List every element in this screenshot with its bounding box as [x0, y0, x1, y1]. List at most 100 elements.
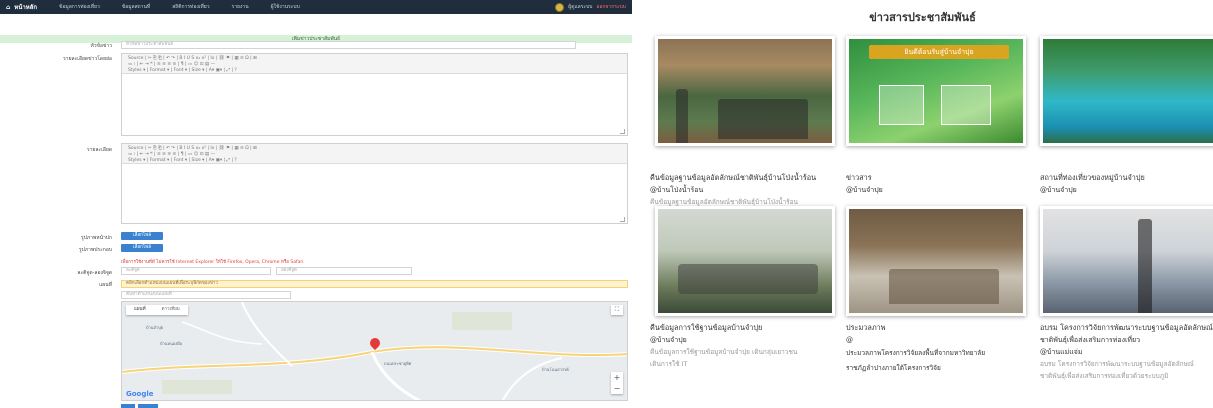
cancel-button[interactable] [138, 404, 158, 408]
summary-editor-toolbar[interactable]: Source | ✂ ⎘ ⎗ | ↶ ↷ | B I U S x₂ x² | I… [122, 54, 627, 74]
news-card-text: ประมวลภาพ @ ประมวลภาพโครงการวิจัยลงพื้นท… [846, 316, 1036, 376]
save-button[interactable] [121, 404, 135, 408]
news-card-title[interactable]: คืนข้อมูลการใช้ฐานข้อมูลบ้านจำปุย [650, 322, 840, 334]
resize-handle-icon[interactable] [620, 129, 625, 134]
cover-upload-button[interactable]: เลือกไฟล์ [121, 232, 163, 240]
detail-editor[interactable]: Source | ✂ ⎘ ⎗ | ↶ ↷ | B I U S x₂ x² | I… [121, 143, 628, 224]
nav-home-label: หน้าหลัก [14, 4, 37, 11]
news-card-desc: ราชภัฏลำปางภายใต้โครงการวิจัย [846, 364, 941, 372]
news-card-title[interactable]: อบรม โครงการวิจัยการพัฒนาระบบฐานข้อมูลอั… [1040, 322, 1213, 334]
fullscreen-icon[interactable]: ⛶ [611, 305, 623, 315]
nav-item-tourism[interactable]: ข้อมูลการท่องเที่ยว [59, 3, 100, 11]
news-card[interactable] [655, 206, 845, 316]
news-card-text: คืนข้อมูลฐานข้อมูลอัตลักษณ์ชาติพันธุ์บ้า… [650, 166, 840, 208]
news-card-category[interactable]: ชาติพันธุ์เพื่อส่งเสริมการท่องเที่ยว [1040, 334, 1213, 346]
nav-home[interactable]: ⌂ หน้าหลัก [6, 2, 37, 12]
news-card-desc: อบรม โครงการวิจัยการพัฒนาระบบฐานข้อมูลอั… [1040, 360, 1194, 368]
nav-item-places[interactable]: ข้อมูลสถานที่ [122, 3, 150, 11]
news-card-desc: คืนข้อมูลการใช้ฐานข้อมูลบ้านจำปุย เดินกล… [650, 348, 798, 356]
map-alert: คลิกเลือกตำแหน่งบนแผนที่เพื่อระบุพิกัดขอ… [121, 280, 628, 288]
nav-user[interactable]: ผู้ดูแลระบบ ออกจากระบบ [555, 2, 626, 12]
news-thumbnail[interactable] [655, 206, 835, 316]
crowd-figure [718, 99, 808, 139]
news-card-desc: ประมวลภาพโครงการวิจัยลงพื้นที่จากมหาวิทย… [846, 349, 986, 357]
google-map[interactable]: แผนที่ ดาวเทียม ⛶ บ้านจำปุย บ้านหนองผือ … [121, 301, 628, 401]
logout-link[interactable]: ออกจากระบบ [596, 3, 626, 11]
news-card-category[interactable]: @ [846, 334, 1036, 346]
map-search-input[interactable]: ค้นหาตำแหน่งบนแผนที่ [121, 291, 291, 299]
map-tab-satellite[interactable]: ดาวเทียม [154, 305, 188, 315]
photo-frame [879, 85, 924, 125]
toolbar-row[interactable]: Styles ▾ | Format ▾ | Font ▾ | Size ▾ | … [128, 158, 621, 163]
cover-label: รูปภาพหน้าปก [81, 235, 112, 241]
title-label: หัวข้อข่าว [90, 43, 112, 49]
news-thumbnail[interactable] [1040, 36, 1213, 146]
home-icon: ⌂ [6, 3, 11, 11]
browser-warning: เพื่อการใช้งานที่ดี ไม่ควรใช้ Internet E… [121, 260, 304, 265]
org-logo-icon [555, 2, 565, 12]
news-card-desc: ชาติพันธุ์เพื่อส่งเสริมการท่องเที่ยวด้วย… [1040, 372, 1169, 380]
map-place-label: บ้านหนองผือ [160, 341, 182, 346]
news-card[interactable] [1040, 36, 1213, 146]
news-card[interactable]: ยินดีต้อนรับสู่บ้านจำปุย [846, 36, 1036, 146]
map-roads [122, 302, 627, 400]
news-card-title[interactable]: ข่าวสาร [846, 172, 1036, 184]
news-card-category[interactable]: @บ้านแม่แจ่ม [1040, 346, 1213, 358]
zoom-controls[interactable]: + − [611, 372, 623, 394]
news-card-category[interactable]: @บ้านจำปุย [650, 334, 840, 346]
news-page: ข่าวสารประชาสัมพันธ์ คืนข้อมูลฐานข้อมูลอ… [632, 0, 1213, 408]
map-tab-roadmap[interactable]: แผนที่ [126, 305, 154, 315]
detail-editor-toolbar[interactable]: Source | ✂ ⎘ ⎗ | ↶ ↷ | B I U S x₂ x² | I… [122, 144, 627, 164]
news-card-title[interactable]: ประมวลภาพ [846, 322, 1036, 334]
news-thumbnail[interactable]: ยินดีต้อนรับสู่บ้านจำปุย [846, 36, 1026, 146]
summary-editor[interactable]: Source | ✂ ⎘ ⎗ | ↶ ↷ | B I U S x₂ x² | I… [121, 53, 628, 136]
nav-item-stats[interactable]: สถิติการท่องเที่ยว [172, 3, 209, 11]
nav-user-label: ผู้ดูแลระบบ [568, 4, 593, 10]
news-card-text: คืนข้อมูลการใช้ฐานข้อมูลบ้านจำปุย @บ้านจ… [650, 316, 840, 370]
gallery-upload-button[interactable]: เลือกไฟล์ [121, 244, 163, 252]
zoom-in-icon[interactable]: + [611, 372, 623, 383]
map-label: แผนที่ [99, 282, 112, 288]
map-place-label: บ้านจำปุย [146, 325, 163, 330]
news-card-title[interactable]: คืนข้อมูลฐานข้อมูลอัตลักษณ์ชาติพันธุ์บ้า… [650, 172, 840, 184]
news-card[interactable] [1040, 206, 1213, 316]
admin-navbar: ⌂ หน้าหลัก ข้อมูลการท่องเที่ยว ข้อมูลสถา… [0, 0, 632, 14]
detail-label: รายละเอียด [86, 147, 112, 153]
news-card-text: อบรม โครงการวิจัยการพัฒนาระบบฐานข้อมูลอั… [1040, 316, 1213, 382]
nav-item-users[interactable]: ผู้ใช้งานระบบ [271, 3, 300, 11]
admin-panel: ⌂ หน้าหลัก ข้อมูลการท่องเที่ยว ข้อมูลสถา… [0, 0, 632, 408]
news-card-desc: เดินการใช้ IT [650, 360, 688, 368]
map-place-label: ถนนประชาอุทิศ [384, 361, 412, 366]
news-thumbnail[interactable] [846, 206, 1026, 316]
news-card-category[interactable]: @บ้านจำปุย [846, 184, 1036, 196]
news-card-text: สถานที่ท่องเที่ยวของหมู่บ้านจำปุย @บ้านจ… [1040, 166, 1213, 196]
latitude-input[interactable]: ละติจูด [121, 267, 271, 275]
resize-handle-icon[interactable] [620, 217, 625, 222]
news-card[interactable] [846, 206, 1036, 316]
meeting-table [678, 264, 818, 294]
news-section-title: ข่าวสารประชาสัมพันธ์ [869, 11, 976, 24]
news-thumbnail[interactable] [1040, 206, 1213, 316]
meeting-table [889, 269, 999, 304]
news-card-text: ข่าวสาร @บ้านจำปุย [846, 166, 1036, 196]
photo-frame [941, 85, 991, 125]
form-buttons [121, 404, 158, 408]
map-place-label: บ้านโนนสวรรค์ [542, 367, 569, 372]
news-card[interactable] [655, 36, 845, 146]
zoom-out-icon[interactable]: − [611, 383, 623, 394]
latlng-label: ละติจูด-ลองจิจูด [77, 270, 112, 276]
toolbar-row[interactable]: Styles ▾ | Format ▾ | Font ▾ | Size ▾ | … [128, 68, 621, 73]
gallery-label: รูปภาพประกอบ [78, 247, 112, 253]
news-card-title[interactable]: สถานที่ท่องเที่ยวของหมู่บ้านจำปุย [1040, 172, 1213, 184]
welcome-banner: ยินดีต้อนรับสู่บ้านจำปุย [869, 45, 1009, 59]
news-card-category[interactable]: @บ้านโป่งน้ำร้อน [650, 184, 840, 196]
news-thumbnail[interactable] [655, 36, 835, 146]
nav-item-reports[interactable]: รายงาน [232, 3, 249, 11]
map-type-tabs[interactable]: แผนที่ ดาวเทียม [126, 305, 188, 315]
news-title-input[interactable]: หัวข้อข่าวประชาสัมพันธ์ [121, 41, 576, 49]
google-logo: Google [126, 390, 154, 398]
summary-label: รายละเอียดข่าวโดยย่อ [63, 56, 112, 62]
person-figure [1138, 219, 1152, 313]
longitude-input[interactable]: ลองจิจูด [276, 267, 412, 275]
news-card-category[interactable]: @บ้านจำปุย [1040, 184, 1213, 196]
